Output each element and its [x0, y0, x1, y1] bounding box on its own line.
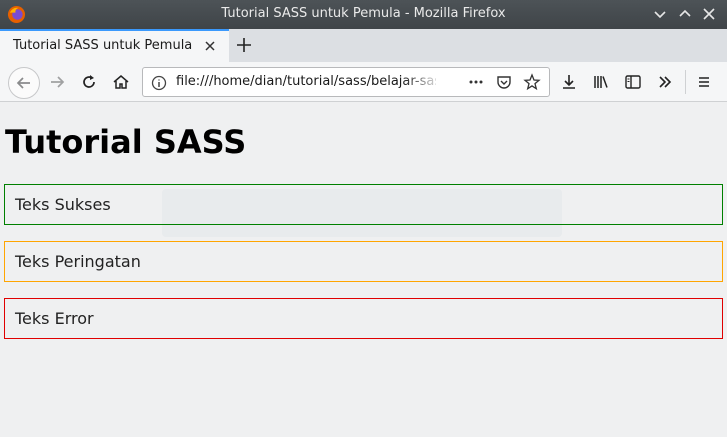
info-icon[interactable]: [151, 75, 167, 91]
warning-text: Teks Peringatan: [15, 252, 141, 271]
warning-box: Teks Peringatan: [4, 241, 723, 282]
sidebar-icon: [625, 75, 641, 89]
page-heading: Tutorial SASS: [5, 123, 247, 161]
ellipsis-icon: [469, 80, 483, 84]
pocket-icon: [497, 76, 511, 89]
chevron-down-icon: [654, 11, 666, 19]
pocket-button[interactable]: [495, 73, 515, 93]
window-titlebar: Tutorial SASS untuk Pemula - Mozilla Fir…: [0, 0, 727, 29]
star-icon: [523, 73, 541, 91]
window-title: Tutorial SASS untuk Pemula - Mozilla Fir…: [221, 6, 506, 21]
success-text: Teks Sukses: [15, 195, 111, 214]
overflow-menu-button[interactable]: [651, 68, 679, 96]
error-text: Teks Error: [15, 309, 94, 328]
sidebar-button[interactable]: [619, 68, 647, 96]
back-button[interactable]: [8, 67, 40, 99]
new-tab-icon[interactable]: [234, 35, 254, 55]
url-text[interactable]: file:///home/dian/tutorial/sass/belajar-…: [176, 74, 436, 89]
library-icon: [594, 76, 608, 88]
close-window-button[interactable]: [700, 5, 718, 23]
minimize-button[interactable]: [651, 5, 669, 23]
chevron-up-icon: [679, 9, 691, 17]
tab-strip: Tutorial SASS untuk Pemula: [0, 29, 727, 62]
navigation-toolbar: file:///home/dian/tutorial/sass/belajar-…: [0, 62, 727, 102]
hamburger-icon: [699, 77, 709, 87]
arrow-left-icon: [16, 77, 30, 89]
error-box: Teks Error: [4, 298, 723, 339]
close-icon: [703, 8, 715, 20]
toolbar-separator: [685, 70, 686, 94]
bookmark-star-button[interactable]: [523, 73, 543, 93]
home-icon: [113, 75, 129, 89]
hamburger-menu-button[interactable]: [690, 68, 718, 96]
url-bar[interactable]: file:///home/dian/tutorial/sass/belajar-…: [142, 67, 550, 97]
page-content: Tutorial SASS Teks Sukses Teks Peringata…: [0, 103, 727, 437]
home-button[interactable]: [107, 68, 135, 96]
success-box: Teks Sukses: [4, 184, 723, 225]
maximize-button[interactable]: [676, 5, 694, 23]
downloads-button[interactable]: [555, 68, 583, 96]
url-fade: [403, 70, 443, 94]
arrow-right-icon: [51, 76, 65, 88]
page-actions-button[interactable]: [467, 73, 487, 93]
library-button[interactable]: [587, 68, 615, 96]
tab-close-icon[interactable]: [203, 39, 217, 53]
reload-icon: [83, 75, 95, 88]
reload-button[interactable]: [75, 68, 103, 96]
double-chevron-right-icon: [659, 76, 672, 88]
tab-active[interactable]: Tutorial SASS untuk Pemula: [0, 29, 229, 62]
download-icon: [563, 75, 575, 89]
forward-button[interactable]: [43, 68, 71, 96]
tab-label: Tutorial SASS untuk Pemula: [13, 38, 193, 53]
